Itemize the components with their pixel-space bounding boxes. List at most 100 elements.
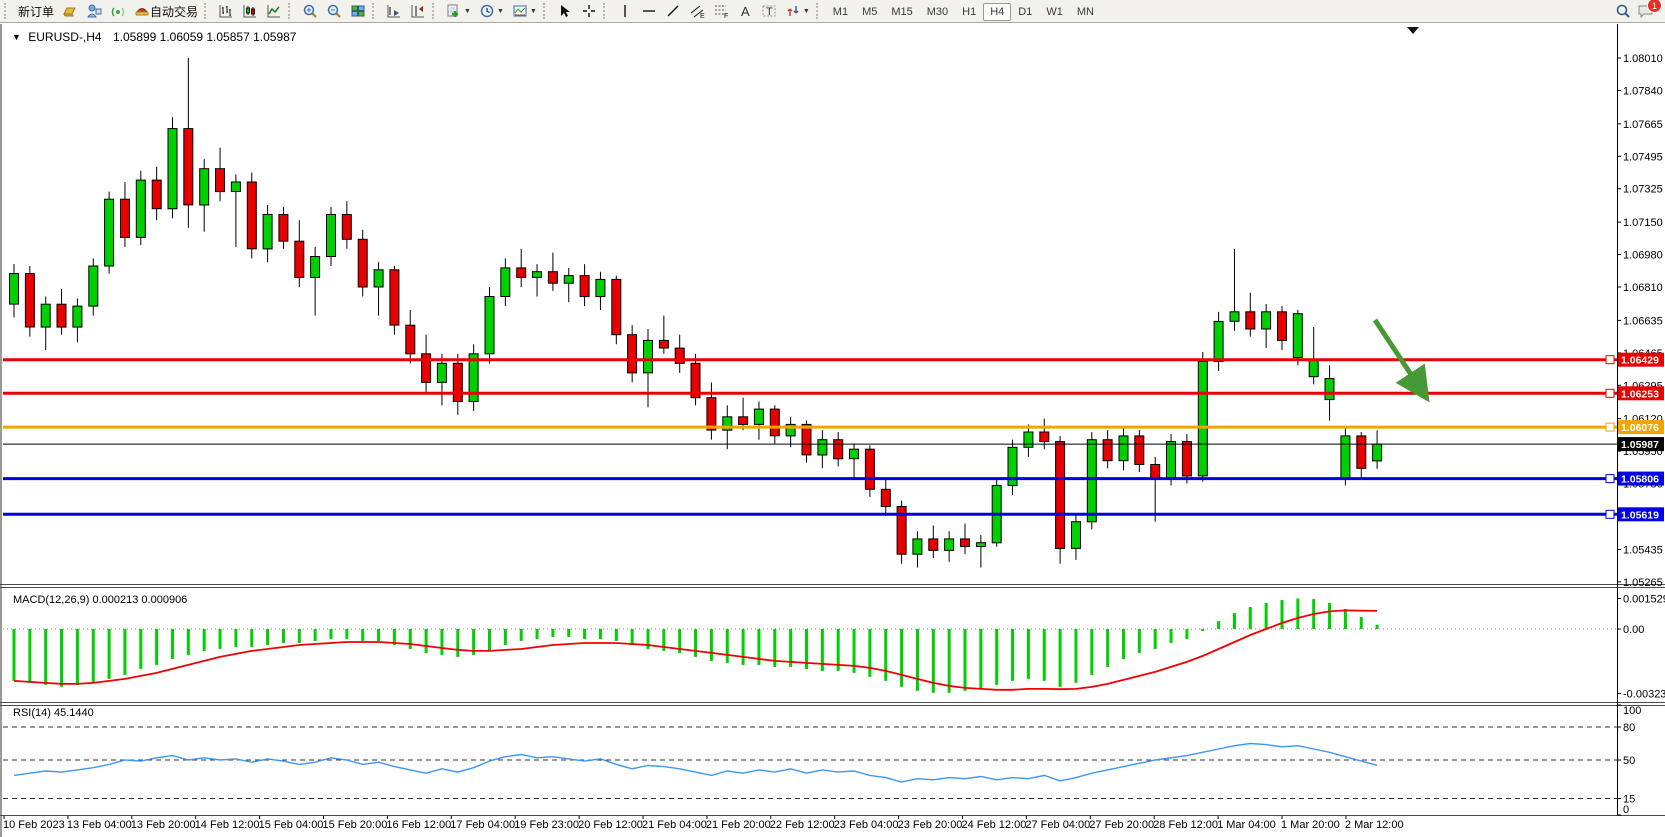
vertical-line-button[interactable] [613,1,637,21]
svg-text:10 Feb 2023: 10 Feb 2023 [3,819,65,831]
svg-text:1.05265: 1.05265 [1623,577,1663,589]
zoom-out-button[interactable] [322,1,346,21]
fibonacci-button[interactable]: F [709,1,733,21]
search-icon[interactable] [1615,3,1631,19]
line-handle[interactable] [1606,475,1614,483]
new-order-button[interactable]: 新订单 [14,1,58,21]
timeframe-button-MN[interactable]: MN [1070,3,1101,21]
market-depth-button[interactable] [58,1,82,21]
zoom-in-button[interactable] [298,1,322,21]
notifications-button[interactable]: 1 [1637,3,1655,19]
svg-text:1.06980: 1.06980 [1623,250,1663,262]
candle [327,215,336,257]
candle [437,363,446,382]
toolbar-grip[interactable] [204,3,210,19]
svg-text:15 Feb 20:00: 15 Feb 20:00 [323,819,388,831]
cursor-button[interactable] [553,1,577,21]
svg-text:21 Feb 20:00: 21 Feb 20:00 [706,819,771,831]
horizontal-level-line[interactable] [3,475,1617,483]
timeframe-button-M5[interactable]: M5 [855,3,884,21]
timeframe-button-M1[interactable]: M1 [826,3,855,21]
toolbar-grip[interactable] [543,3,549,19]
zoom-out-icon [326,3,342,19]
horizontal-line-button[interactable] [637,1,661,21]
mt4-terminal: 新订单 自动交 [0,0,1665,837]
svg-text:1.07665: 1.07665 [1623,119,1663,131]
svg-text:28 Feb 12:00: 28 Feb 12:00 [1153,819,1218,831]
crosshair-icon [581,3,597,19]
autotrading-icon [134,3,150,19]
candle [57,304,66,327]
timeframe-button-D1[interactable]: D1 [1011,3,1039,21]
candle [945,539,954,551]
arrows-icon [785,3,801,19]
candle [818,440,827,455]
horizontal-level-line[interactable] [3,510,1617,518]
svg-text:0: 0 [1623,804,1629,816]
candle [41,304,50,327]
candle [1262,312,1271,329]
toolbar-grip[interactable] [603,3,609,19]
candle [548,272,557,284]
arrows-button[interactable]: ▼ [781,1,814,21]
price-axis[interactable]: 1.080101.078401.076651.074951.073251.071… [1617,24,1665,816]
svg-text:-0.003232: -0.003232 [1623,688,1665,700]
pane-splitter[interactable] [0,703,1665,706]
line-handle[interactable] [1606,423,1614,431]
candle [184,129,193,205]
candle [865,449,874,489]
toolbar-grip[interactable] [288,3,294,19]
candle [802,424,811,455]
svg-text:15 Feb 04:00: 15 Feb 04:00 [259,819,324,831]
tile-windows-button[interactable] [346,1,370,21]
macd-signal-line [14,610,1377,689]
period-button[interactable]: ▼ [475,1,508,21]
toolbar-grip[interactable] [432,3,438,19]
line-chart-icon [266,3,282,19]
equidistant-channel-button[interactable]: E [685,1,709,21]
line-handle[interactable] [1606,389,1614,397]
signals-button[interactable] [106,1,130,21]
line-chart-button[interactable] [262,1,286,21]
trend-arrow-annotation[interactable] [1375,320,1424,394]
toolbar-grip[interactable] [4,3,10,19]
crosshair-button[interactable] [577,1,601,21]
time-axis[interactable]: 10 Feb 202313 Feb 04:0013 Feb 20:0014 Fe… [3,816,1404,831]
candle [89,266,98,306]
new-chart-button[interactable]: ▼ [442,1,475,21]
timeframe-button-M15[interactable]: M15 [884,3,919,21]
bar-chart-icon [218,3,234,19]
svg-text:1.06076: 1.06076 [1621,422,1659,434]
line-handle[interactable] [1606,356,1614,364]
timeframe-button-H1[interactable]: H1 [955,3,983,21]
candlestick-chart-button[interactable] [238,1,262,21]
chart-shift-marker[interactable] [1407,27,1419,34]
candle [881,489,890,506]
text-button[interactable]: A [733,1,757,21]
line-handle[interactable] [1606,510,1614,518]
horizontal-level-line[interactable] [3,389,1617,397]
trendline-button[interactable] [661,1,685,21]
autotrading-button[interactable]: 自动交易 [130,1,202,21]
candle [422,354,431,383]
template-button[interactable]: ▼ [508,1,541,21]
terminal-button[interactable] [82,1,106,21]
indicator-window-button[interactable] [382,1,406,21]
pane-splitter[interactable] [0,585,1665,588]
chart-canvas[interactable]: 1.080101.078401.076651.074951.073251.071… [0,0,1665,837]
toolbar-grip[interactable] [816,3,822,19]
horizontal-level-line[interactable] [3,356,1617,364]
toolbar-grip[interactable] [372,3,378,19]
bar-chart-button[interactable] [214,1,238,21]
text-label-button[interactable]: T [757,1,781,21]
chevron-down-icon: ▼ [464,8,471,15]
svg-text:0.001529: 0.001529 [1623,593,1665,605]
candle [913,539,922,554]
timeframe-button-W1[interactable]: W1 [1039,3,1070,21]
timeframe-button-H4[interactable]: H4 [983,3,1011,21]
indicator-list-button[interactable] [406,1,430,21]
candle [659,340,668,348]
clock-icon [479,3,495,19]
timeframe-button-M30[interactable]: M30 [920,3,955,21]
collapse-triangle-icon[interactable]: ▼ [12,32,21,42]
